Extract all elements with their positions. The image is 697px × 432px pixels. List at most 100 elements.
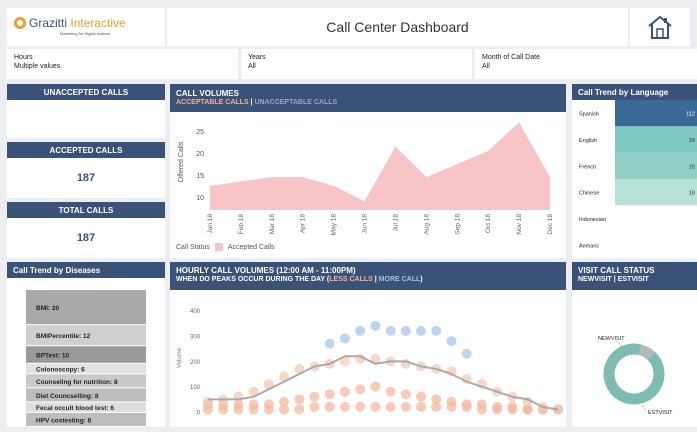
language-chart: Spanish 112 English 29 French 28 Chinese 18 Indo… [579,100,697,258]
x-tick-label: Jul 18 [392,214,399,232]
filter-years[interactable]: Years All [241,49,472,79]
logo-panel: Grazitti Interactive Marketing for Digit… [7,8,165,46]
scatter-point [294,404,305,415]
legend-swatch [214,243,223,251]
scatter-point [476,399,487,410]
home-icon [648,15,672,39]
scatter-point [355,325,366,336]
language-bar [615,152,697,179]
language-panel: Spanish 112 English 29 French 28 Chinese 18 Indo… [572,100,697,258]
scatter-point [248,399,259,410]
scatter-point [279,396,290,407]
scatter-point [355,401,366,412]
legend-title: Call Status [176,243,210,251]
filter-years-label: Years [248,54,266,61]
visit-header: VISIT CALL STATUS NEWVISIT | ESTVISIT [572,262,697,290]
language-header: Call Trend by Language [572,84,697,100]
hourly-chart: 0 100 200 300 400 Volume [177,309,563,417]
hourly-subtitle: WHEN DO PEAKS OCCUR DURING THE DAY ( [176,276,330,283]
tab-unacceptable-calls[interactable]: UNACCEPTABLE CALLS [254,99,337,106]
scatter-point [355,384,366,395]
scatter-point [309,391,320,402]
hourly-title: HOURLY CALL VOLUMES (12:00 AM - 11:00PM) [176,266,356,275]
legend-item: Accepted Calls [227,243,275,251]
visit-panel: NEWVISIT ESTVISIT [572,290,697,427]
x-tick-label: Sep 18 [454,214,461,235]
diseases-chart: BMI: 20 BMIPercentile: 12 BPTest: 10 Colono… [26,290,146,426]
call-volumes-header: CALL VOLUMES ACCEPTABLE CALLS | UNACCEPT… [170,84,566,112]
language-value-label: 29 [689,138,695,144]
language-bar [615,205,697,232]
language-label: Chinese [579,191,599,197]
visit-tab-separator: | [613,276,616,283]
language-label: English [579,138,597,144]
x-tick-label: Dec 18 [547,214,554,235]
language-bar [615,100,697,127]
disease-label: HPV costesting: 8 [36,417,92,424]
scatter-point [324,401,335,412]
total-calls-title: TOTAL CALLS [58,205,114,215]
language-value-label: 28 [689,164,695,170]
filter-hours[interactable]: Hours Multiple values [7,49,238,79]
visit-tab-new[interactable]: NEWVISIT [578,276,612,283]
language-label: French [579,164,596,170]
accepted-calls-card: 187 [7,158,165,198]
visit-title: VISIT CALL STATUS [578,266,655,275]
accepted-calls-title: ACCEPTED CALLS [49,145,123,155]
scatter-point [385,386,396,397]
filter-hours-value: Multiple values [14,63,61,70]
scatter-point [370,320,381,331]
logo-tagline: Marketing for Digital Natives [60,31,111,36]
home-button[interactable] [630,8,690,46]
disease-label: Counseling for nutrition: 8 [36,379,118,386]
scatter-point [461,399,472,410]
disease-label: Diet Councselling: 8 [36,393,99,400]
hourly-close: ) [420,276,423,283]
scatter-point [492,401,503,412]
disease-label: BMI: 20 [36,305,60,312]
language-value-label: 18 [689,191,695,197]
total-calls-value: 187 [76,232,96,244]
filter-month-label: Month of Call Date [482,54,540,61]
scatter-point [385,325,396,336]
unaccepted-calls-card [7,100,165,138]
scatter-point [339,333,350,344]
disease-label: BPTest: 10 [36,352,69,359]
scatter-point [507,401,518,412]
scatter-point [263,399,274,410]
donut-label-estvisit: ESTVISIT [648,410,673,416]
y-axis-label: Offered Calls [178,141,185,182]
language-label: Amharic [579,243,599,249]
unaccepted-calls-header: UNACCEPTED CALLS [7,84,165,100]
donut-slice [603,343,665,405]
filter-hours-label: Hours [14,54,33,61]
tab-acceptable-calls[interactable]: ACCEPTABLE CALLS [176,99,249,106]
scatter-point [324,389,335,400]
language-title: Call Trend by Language [578,88,669,97]
hourly-tab-less[interactable]: LESS CALLS [329,276,373,283]
donut-slice [638,344,655,360]
logo-gear-icon [14,17,26,29]
y-tick-label: 300 [190,335,201,341]
logo-text-a: Grazitti [29,16,68,30]
y-tick-label: 25 [196,129,204,136]
hourly-panel: 0 100 200 300 400 Volume [170,290,566,427]
hourly-tab-more[interactable]: MORE CALL [379,276,421,283]
unaccepted-calls-title: UNACCEPTED CALLS [43,87,129,97]
scatter-point [400,389,411,400]
page-title: Call Center Dashboard [326,19,469,35]
filter-years-value: All [248,63,256,70]
scatter-point [416,391,427,402]
x-tick-label: Apr 18 [300,214,307,234]
filter-month[interactable]: Month of Call Date All [475,49,697,79]
y-axis-label: Volume [177,347,183,368]
average-line [208,355,559,411]
language-bar [615,126,697,153]
visit-tab-est[interactable]: ESTVISIT [618,276,649,283]
tab-separator: | [250,99,253,106]
donut-leader-estvisit [641,404,647,412]
scatter-point [400,325,411,336]
scatter-point [309,401,320,412]
area-series-accepted-calls [210,122,550,210]
scatter-point [416,325,427,336]
